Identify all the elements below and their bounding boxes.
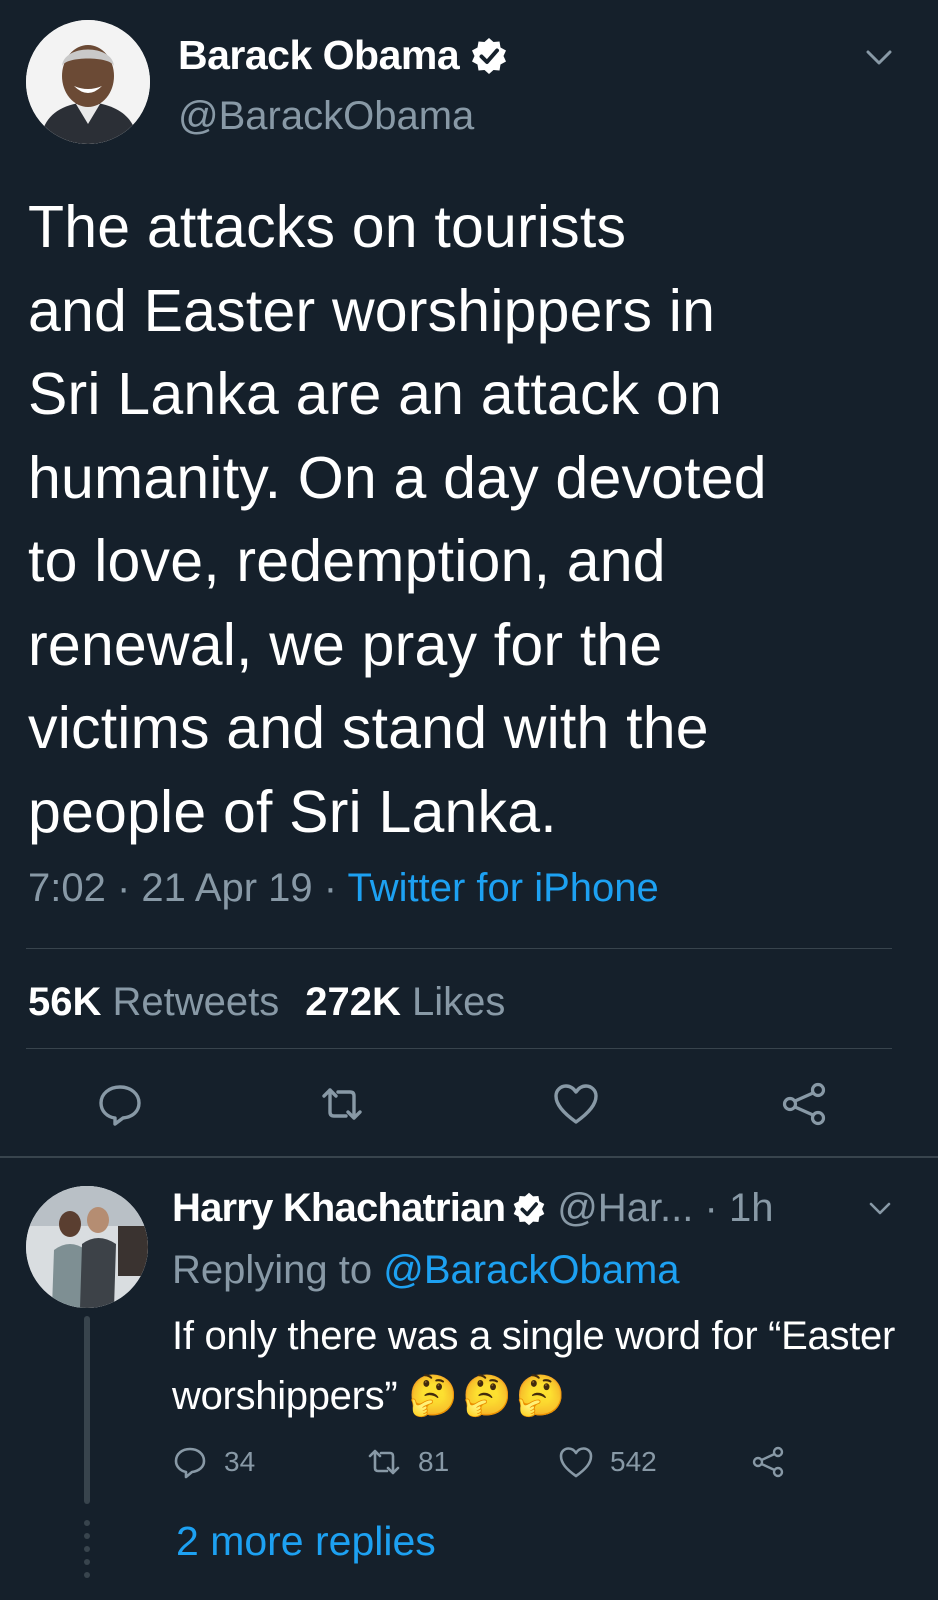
replying-to: Replying to @BarackObama bbox=[172, 1248, 680, 1293]
reply-author-name[interactable]: Harry Khachatrian bbox=[172, 1186, 506, 1231]
tweet-stats: 56K Retweets 272K Likes bbox=[28, 980, 505, 1025]
reply-reply-count: 34 bbox=[224, 1446, 256, 1477]
likes-label: Likes bbox=[412, 980, 506, 1024]
retweet-icon[interactable] bbox=[318, 1080, 366, 1128]
author-avatar[interactable] bbox=[26, 20, 150, 144]
reply-author-handle[interactable]: @Har... bbox=[557, 1186, 693, 1231]
retweets-count: 56K bbox=[28, 980, 102, 1024]
tweet-source-link[interactable]: Twitter for iPhone bbox=[348, 866, 659, 910]
reply-reply-action[interactable]: 34 bbox=[172, 1444, 255, 1480]
meta-separator: · bbox=[323, 866, 348, 910]
reply-author-avatar[interactable] bbox=[26, 1186, 148, 1308]
divider bbox=[26, 1048, 892, 1049]
heart-icon bbox=[559, 1447, 593, 1478]
author-name[interactable]: Barack Obama bbox=[178, 32, 509, 79]
author-handle[interactable]: @BarackObama bbox=[178, 94, 474, 139]
replying-prefix: Replying to bbox=[172, 1248, 373, 1292]
share-icon[interactable] bbox=[750, 1444, 786, 1480]
likes-count: 272K bbox=[305, 980, 401, 1024]
chevron-down-icon[interactable] bbox=[868, 1196, 892, 1220]
reply-icon[interactable] bbox=[96, 1080, 144, 1128]
tweet-date: 21 Apr 19 bbox=[141, 866, 313, 910]
verified-badge-icon bbox=[472, 37, 507, 74]
tweet-meta: 7:02 · 21 Apr 19 · Twitter for iPhone bbox=[28, 866, 659, 911]
chevron-down-icon[interactable] bbox=[864, 42, 894, 72]
reply-retweet-count: 81 bbox=[418, 1446, 450, 1477]
reply-time: 1h bbox=[728, 1186, 774, 1230]
author-name-text[interactable]: Barack Obama bbox=[178, 32, 460, 79]
tweet-time: 7:02 bbox=[28, 866, 106, 910]
verified-badge-icon bbox=[513, 1192, 545, 1225]
reply-like-count: 542 bbox=[610, 1446, 657, 1477]
thinking-emoji: 🤔🤔🤔 bbox=[408, 1374, 570, 1418]
meta-separator: · bbox=[116, 866, 142, 910]
retweets-stat[interactable]: 56K Retweets bbox=[28, 980, 279, 1024]
reply-header: Harry Khachatrian @Har... · 1h bbox=[172, 1186, 773, 1231]
tweet-text: The attacks on tourists and Easter worsh… bbox=[28, 194, 767, 845]
more-replies-link[interactable]: 2 more replies bbox=[176, 1518, 436, 1565]
divider bbox=[26, 948, 892, 949]
heart-icon[interactable] bbox=[552, 1080, 600, 1128]
thread-dots bbox=[84, 1520, 90, 1585]
reply-retweet-action[interactable]: 81 bbox=[366, 1444, 449, 1480]
reply-text: If only there was a single word for “Eas… bbox=[172, 1306, 912, 1426]
retweets-label: Retweets bbox=[112, 980, 280, 1024]
section-separator bbox=[0, 1156, 938, 1158]
reply-like-action[interactable]: 542 bbox=[558, 1444, 657, 1480]
reply-separator: · bbox=[693, 1186, 729, 1230]
share-icon[interactable] bbox=[780, 1080, 828, 1128]
reply-icon bbox=[174, 1447, 206, 1479]
likes-stat[interactable]: 272K Likes bbox=[305, 980, 505, 1024]
replying-to-mention[interactable]: @BarackObama bbox=[383, 1248, 679, 1292]
retweet-icon bbox=[368, 1449, 400, 1475]
thread-line bbox=[84, 1316, 90, 1504]
